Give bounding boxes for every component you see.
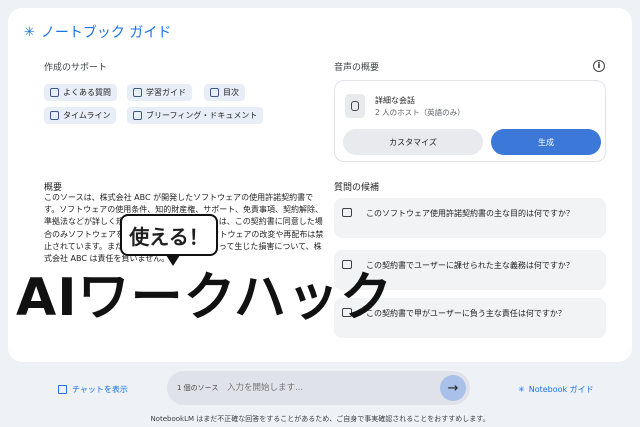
audio-title: 詳細な会話 <box>375 96 415 105</box>
source-count[interactable]: 1 個のソース <box>177 383 218 393</box>
page-title-text: ノートブック ガイド <box>40 25 172 41</box>
show-chat-button[interactable]: チャットを表示 <box>58 384 128 395</box>
question-icon <box>342 208 352 217</box>
briefing-icon <box>133 111 142 120</box>
chip-label: 学習ガイド <box>146 88 186 97</box>
audio-subtitle: 2 人のホスト（英語のみ） <box>375 108 465 117</box>
study-guide-icon <box>133 88 142 97</box>
faq-icon <box>50 88 59 97</box>
send-button[interactable]: → <box>440 375 466 401</box>
show-chat-label: チャットを表示 <box>72 385 128 394</box>
speech-bubble-overlay: 使える！ <box>120 214 218 266</box>
customize-button[interactable]: カスタマイズ <box>343 129 483 155</box>
question-text: このソフトウェア使用許諾契約書の主な目的は何ですか？ <box>366 209 574 218</box>
arrow-right-icon: → <box>447 380 459 396</box>
creation-support-label: 作成のサポート <box>44 63 108 73</box>
sparkle-icon: ✳ <box>518 385 525 394</box>
info-icon[interactable]: i <box>593 60 605 72</box>
chip-label: 目次 <box>223 88 239 97</box>
chip-study-guide[interactable]: 学習ガイド <box>127 84 192 101</box>
podcast-icon <box>345 94 365 118</box>
chat-input-bar: 1 個のソース → <box>167 371 470 405</box>
chat-input[interactable] <box>227 378 427 398</box>
chip-toc[interactable]: 目次 <box>204 84 245 101</box>
chip-label: タイムライン <box>63 111 111 120</box>
suggested-questions-heading: 質問の候補 <box>334 183 380 193</box>
page-title: ✳ ノートブック ガイド <box>24 22 171 42</box>
question-text: この契約書でユーザーに課せられた主な義務は何ですか？ <box>366 261 574 270</box>
chat-icon <box>58 385 67 394</box>
chip-label: よくある質問 <box>63 88 111 97</box>
audio-overview-card: 詳細な会話 2 人のホスト（英語のみ） カスタマイズ 生成 <box>334 80 606 162</box>
chip-label: ブリーフィング・ドキュメント <box>146 111 258 120</box>
question-text: この契約書で甲がユーザーに負う主な責任は何ですか？ <box>366 309 566 318</box>
timeline-icon <box>50 111 59 120</box>
chip-briefing[interactable]: ブリーフィング・ドキュメント <box>127 107 264 124</box>
audio-overview-label: 音声の概要 <box>334 63 380 73</box>
ai-work-hack-logo: AIワークハック <box>16 268 393 328</box>
chip-faq[interactable]: よくある質問 <box>44 84 117 101</box>
notebook-guide-label: Notebook ガイド <box>528 385 594 394</box>
toc-icon <box>210 88 219 97</box>
generate-button[interactable]: 生成 <box>491 129 601 155</box>
notebook-guide-button[interactable]: ✳ Notebook ガイド <box>518 384 594 395</box>
sparkle-icon: ✳ <box>24 24 35 40</box>
disclaimer-text: NotebookLM はまだ不正確な回答をすることがあるため、ご自身で事実確認さ… <box>150 415 490 423</box>
suggested-question[interactable]: このソフトウェア使用許諾契約書の主な目的は何ですか？ <box>334 198 606 238</box>
chip-timeline[interactable]: タイムライン <box>44 107 117 124</box>
